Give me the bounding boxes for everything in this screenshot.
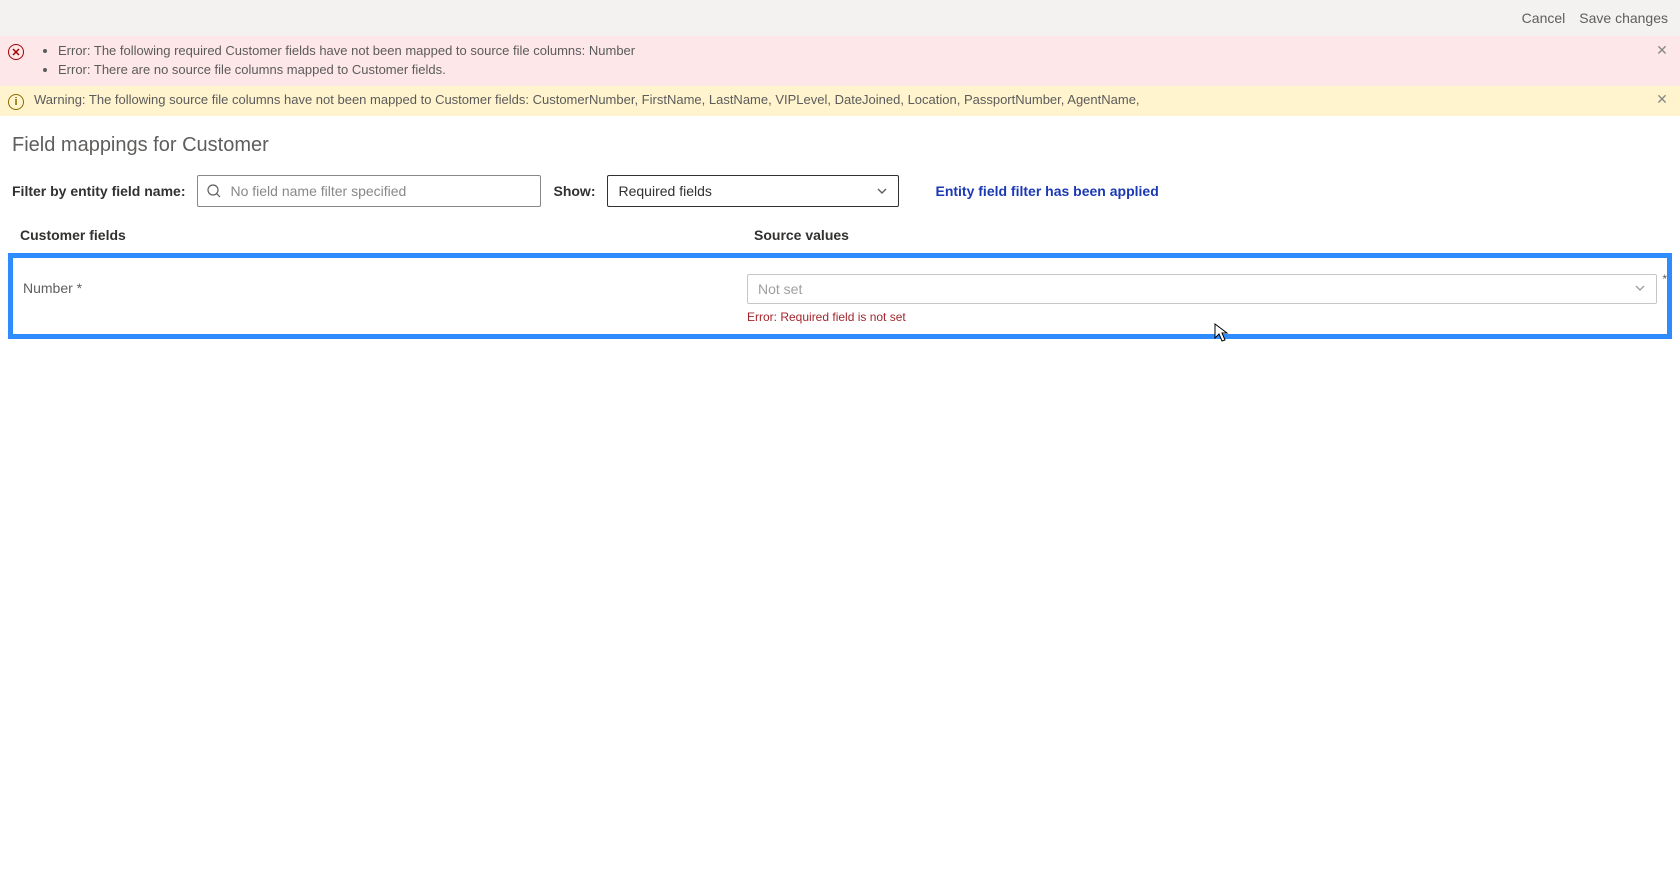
filter-row: Filter by entity field name: Show: Requi… (0, 165, 1680, 221)
show-dropdown[interactable]: Required fields (607, 175, 899, 207)
filter-label: Filter by entity field name: (12, 183, 185, 199)
close-icon[interactable]: ✕ (1654, 42, 1670, 58)
save-changes-button[interactable]: Save changes (1579, 10, 1668, 26)
error-item: Error: The following required Customer f… (58, 42, 635, 61)
warning-text: Warning: The following source file colum… (34, 92, 1140, 107)
mapping-row-selected[interactable]: Number * Not set * Error: Required field… (8, 253, 1672, 339)
info-icon: i (8, 94, 24, 110)
col-customer-fields: Customer fields (20, 227, 754, 243)
show-value: Required fields (618, 183, 711, 199)
source-value-text: Not set (758, 281, 802, 297)
source-value-dropdown[interactable]: Not set (747, 274, 1657, 304)
filter-applied-msg: Entity field filter has been applied (935, 183, 1158, 199)
field-label-number: Number * (23, 274, 747, 296)
error-banner: ✕ Error: The following required Customer… (0, 36, 1680, 86)
page-title: Field mappings for Customer (0, 116, 1680, 165)
field-error: Error: Required field is not set (747, 310, 1657, 324)
search-icon (206, 183, 222, 199)
column-headers: Customer fields Source values (0, 221, 1680, 249)
warning-banner: i Warning: The following source file col… (0, 86, 1680, 116)
required-asterisk: * (1662, 272, 1667, 286)
filter-input[interactable] (228, 182, 532, 200)
close-icon[interactable]: ✕ (1654, 92, 1670, 108)
filter-input-wrap[interactable] (197, 175, 541, 207)
top-toolbar: Cancel Save changes (0, 0, 1680, 36)
error-list: Error: The following required Customer f… (58, 42, 635, 80)
chevron-down-icon (1634, 281, 1646, 297)
chevron-down-icon (876, 185, 888, 197)
col-source-values: Source values (754, 227, 1668, 243)
show-label: Show: (553, 183, 595, 199)
error-item: Error: There are no source file columns … (58, 61, 635, 80)
cancel-button[interactable]: Cancel (1522, 10, 1566, 26)
error-icon: ✕ (8, 44, 24, 60)
